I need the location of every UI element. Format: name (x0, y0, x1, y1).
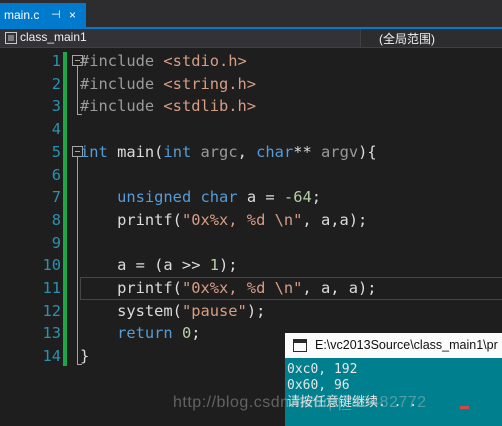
code-line[interactable]: 7 unsigned char a = -64; (0, 186, 502, 209)
navigation-bar: class_main1 (全局范围) (0, 29, 502, 48)
code-token: main( (107, 142, 164, 161)
console-cursor (460, 406, 469, 409)
code-token: #include (80, 97, 164, 116)
line-number: 9 (51, 233, 61, 252)
line-number: 8 (51, 210, 61, 229)
code-token: char (256, 142, 294, 161)
code-text[interactable]: } (80, 345, 89, 368)
console-title-bar[interactable]: E:\vc2013Source\class_main1\pr (285, 333, 502, 358)
code-line[interactable]: 10 a = (a >> 1); (0, 254, 502, 277)
line-number: 1 (51, 52, 61, 70)
code-line[interactable]: 1 #include <stdio.h> (0, 50, 502, 73)
code-token: a = (237, 188, 284, 207)
code-token: a = (a >> (80, 256, 210, 275)
code-line[interactable]: 8 printf("0x%x, %d \n", a,a); (0, 209, 502, 232)
code-token: , a, a); (302, 279, 377, 297)
code-text[interactable]: int main(int argc, char** argv){ (80, 141, 377, 164)
line-number: 5 (51, 142, 61, 161)
code-token: <string.h> (163, 74, 257, 93)
code-token: printf( (80, 279, 182, 297)
code-token: unsigned (117, 188, 192, 207)
watermark: http://blog.csdn.net/qq_36482772 (173, 394, 427, 411)
code-token: <stdio.h> (163, 52, 247, 70)
code-text[interactable]: a = (a >> 1); (80, 254, 238, 277)
line-number: 6 (51, 165, 61, 184)
code-token: "0x%x, %d \n" (181, 210, 303, 229)
code-token: } (80, 347, 90, 366)
class-icon (5, 32, 17, 44)
close-icon[interactable]: × (69, 3, 76, 27)
code-token: , (237, 142, 257, 161)
code-token: system( (80, 301, 182, 320)
scope-dropdown[interactable]: class_main1 (0, 29, 361, 47)
tab-bar: main.c ⊣ × (0, 0, 502, 27)
code-token: 0 (181, 324, 192, 343)
line-number: 11 (42, 279, 61, 297)
code-token: #include (80, 52, 164, 70)
code-token: "0x%x, %d \n" (181, 279, 303, 297)
code-line[interactable]: 3 #include <stdlib.h> (0, 95, 502, 118)
code-text[interactable]: #include <stdio.h> (80, 50, 247, 73)
code-token: argv (321, 142, 359, 161)
code-token: return (117, 324, 173, 343)
code-text[interactable]: #include <stdlib.h> (80, 95, 256, 118)
code-token: char (200, 188, 238, 207)
code-line[interactable]: 11 printf("0x%x, %d \n", a, a); (0, 277, 502, 300)
code-line[interactable]: 4 (0, 118, 502, 141)
console-output-line: 0xc0, 192 (287, 362, 358, 377)
code-line[interactable]: 9 (0, 232, 502, 255)
code-token: -64 (283, 188, 312, 207)
code-token: , a,a); (302, 210, 368, 229)
code-token: ); (246, 301, 266, 320)
code-text[interactable]: system("pause"); (80, 300, 265, 323)
code-token: 1 (209, 256, 220, 275)
line-number: 10 (42, 256, 61, 275)
code-text[interactable]: #include <string.h> (80, 73, 256, 96)
tab-label[interactable]: main.c (4, 3, 39, 27)
code-line[interactable]: 6 (0, 164, 502, 187)
code-token: ; (311, 188, 322, 207)
code-text[interactable]: printf("0x%x, %d \n", a,a); (80, 209, 367, 232)
line-number: 3 (51, 97, 61, 116)
code-text[interactable]: unsigned char a = -64; (80, 186, 321, 209)
code-text[interactable]: printf("0x%x, %d \n", a, a); (80, 277, 377, 300)
member-dropdown[interactable]: (全局范围) (379, 30, 435, 47)
code-token: #include (80, 74, 164, 93)
console-window[interactable]: E:\vc2013Source\class_main1\pr 0xc0, 192… (285, 333, 502, 426)
code-token: <stdlib.h> (163, 97, 257, 116)
code-token: "pause" (181, 301, 247, 320)
line-number: 14 (42, 347, 61, 366)
pin-icon[interactable]: ⊣ (51, 3, 61, 27)
line-number: 7 (51, 188, 61, 207)
console-title: E:\vc2013Source\class_main1\pr (315, 338, 498, 352)
code-line[interactable]: 2 #include <string.h> (0, 73, 502, 96)
line-number: 13 (42, 324, 61, 343)
code-line[interactable]: 12 system("pause"); (0, 300, 502, 323)
code-token: argc (200, 142, 238, 161)
scope-label[interactable]: class_main1 (20, 30, 87, 44)
line-number: 4 (51, 120, 61, 139)
code-token: ** (293, 142, 322, 161)
code-token: ){ (358, 142, 377, 161)
code-token: ); (219, 256, 238, 275)
code-token: ; (191, 324, 201, 343)
tab-main-c[interactable]: main.c ⊣ × (0, 3, 86, 27)
code-text[interactable]: return 0; (80, 322, 201, 345)
code-token: int (80, 142, 108, 161)
code-line[interactable]: 5 int main(int argc, char** argv){ (0, 141, 502, 164)
line-number: 2 (51, 74, 61, 93)
console-app-icon (293, 339, 307, 352)
code-token: int (163, 142, 192, 161)
code-token: printf( (80, 210, 182, 229)
line-number: 12 (42, 301, 61, 320)
